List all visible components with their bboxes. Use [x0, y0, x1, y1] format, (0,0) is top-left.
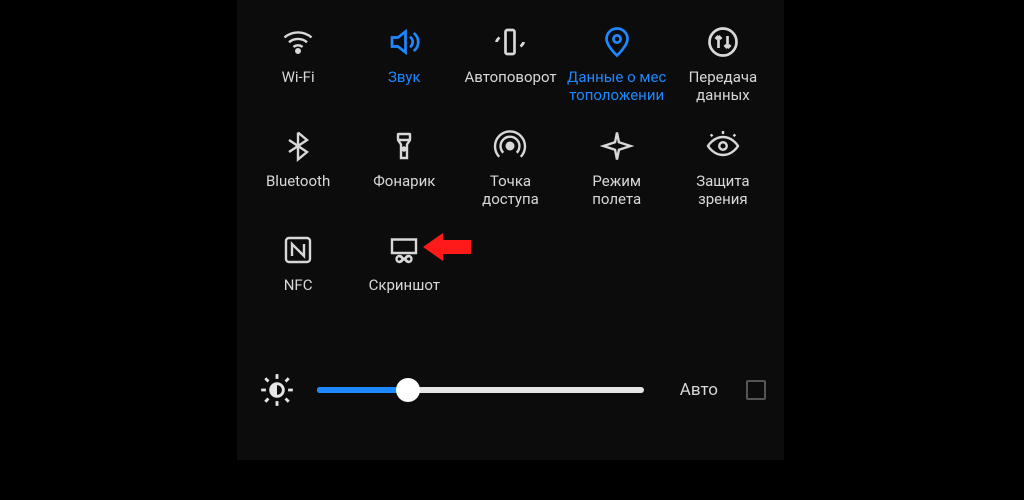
- tile-location-label: Данные о мес тоположении: [567, 68, 667, 104]
- brightness-slider-fill: [317, 387, 408, 393]
- tile-autorotate-label: Автоповорот: [464, 68, 556, 86]
- tile-flashlight[interactable]: Фонарик: [351, 122, 457, 208]
- tile-screenshot-label: Скриншот: [369, 276, 440, 294]
- tile-hotspot-label: Точка доступа: [460, 172, 560, 208]
- tile-hotspot[interactable]: Точка доступа: [457, 122, 563, 208]
- tile-wifi[interactable]: Wi-Fi: [245, 18, 351, 104]
- flashlight-icon: [351, 122, 457, 170]
- sound-icon: [351, 18, 457, 66]
- brightness-row: Авто: [237, 368, 784, 412]
- airplane-icon: [564, 122, 670, 170]
- tile-bluetooth[interactable]: Bluetooth: [245, 122, 351, 208]
- tile-airplane-label: Режим полета: [567, 172, 667, 208]
- tile-nfc-label: NFC: [284, 276, 313, 294]
- tile-wifi-label: Wi-Fi: [282, 68, 315, 86]
- brightness-auto-label: Авто: [680, 380, 718, 400]
- hotspot-icon: [457, 122, 563, 170]
- tiles-grid: Wi-Fi Звук Автоповорот: [237, 0, 784, 320]
- tile-nfc[interactable]: NFC: [245, 226, 351, 312]
- tile-flashlight-label: Фонарик: [373, 172, 435, 190]
- quick-settings-panel: Wi-Fi Звук Автоповорот: [237, 0, 784, 460]
- tile-autorotate[interactable]: Автоповорот: [457, 18, 563, 104]
- pointer-arrow-icon: [423, 230, 471, 264]
- tile-eyecare[interactable]: Защита зрения: [670, 122, 776, 208]
- brightness-slider[interactable]: [317, 387, 644, 393]
- brightness-icon: [255, 368, 299, 412]
- data-icon: [670, 18, 776, 66]
- tile-bluetooth-label: Bluetooth: [266, 172, 330, 190]
- tile-sound[interactable]: Звук: [351, 18, 457, 104]
- tile-sound-label: Звук: [388, 68, 421, 86]
- rotate-icon: [457, 18, 563, 66]
- tile-location[interactable]: Данные о мес тоположении: [564, 18, 670, 104]
- tile-airplane[interactable]: Режим полета: [564, 122, 670, 208]
- location-icon: [564, 18, 670, 66]
- brightness-auto-checkbox[interactable]: [746, 380, 766, 400]
- tile-eyecare-label: Защита зрения: [673, 172, 773, 208]
- wifi-icon: [245, 18, 351, 66]
- tile-data[interactable]: Передача данных: [670, 18, 776, 104]
- tile-screenshot[interactable]: Скриншот: [351, 226, 457, 312]
- tile-data-label: Передача данных: [673, 68, 773, 104]
- eye-icon: [670, 122, 776, 170]
- brightness-slider-thumb[interactable]: [396, 378, 420, 402]
- bluetooth-icon: [245, 122, 351, 170]
- nfc-icon: [245, 226, 351, 274]
